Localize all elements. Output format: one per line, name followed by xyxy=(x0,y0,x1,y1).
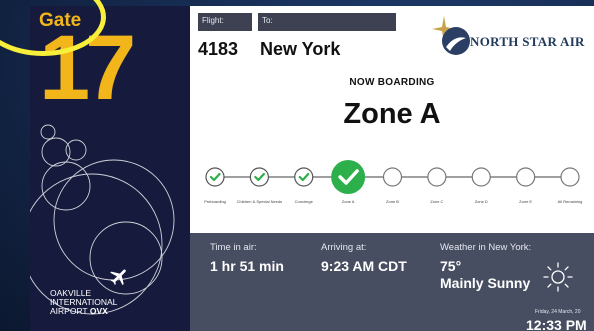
airport-name: Oakville International Airport OVX xyxy=(50,289,170,316)
destination: New York xyxy=(260,39,341,59)
time-in-air-value: 1 hr 51 min xyxy=(210,258,284,274)
gate-display-screen: Gate 17 Oakville International Airport O… xyxy=(30,6,594,331)
weather-label: Weather in New York: xyxy=(440,242,532,253)
current-date: Friday, 24 March, 20 xyxy=(535,309,581,315)
time-in-air-label: Time in air: xyxy=(210,242,257,253)
stage-marker-1 xyxy=(249,167,269,187)
sun-icon xyxy=(543,262,573,292)
flight-number: 4183 xyxy=(198,39,239,59)
stage-marker-0 xyxy=(205,167,225,187)
flight-details-panel: Time in air: 1 hr 51 min Arriving at: 9:… xyxy=(190,233,594,331)
boarding-progress: Preboarding Children & Special Needs Conci… xyxy=(190,146,594,216)
flight-info-panel: Flight: To: 4183 New York North Star Air… xyxy=(190,6,594,233)
airport-name-prefix: Airport xyxy=(50,306,88,316)
stage-marker-3 xyxy=(331,160,366,194)
weather-conditions: Mainly Sunny xyxy=(440,275,531,291)
to-label-box: To: xyxy=(258,13,396,31)
stage-marker-4 xyxy=(382,167,403,187)
airplane-icon xyxy=(110,269,126,286)
arriving-value: 9:23 AM CDT xyxy=(321,258,407,274)
arriving-label: Arriving at: xyxy=(321,242,367,253)
north-star-logo-icon xyxy=(432,16,470,55)
stage-marker-5 xyxy=(427,167,447,187)
airline-name: North Star Air xyxy=(470,34,585,49)
airline-logo: North Star Air xyxy=(430,14,594,60)
airport-name-line3: Airport OVX xyxy=(50,307,170,316)
temperature-value: 75° xyxy=(440,258,462,274)
stage-marker-7 xyxy=(516,167,536,187)
airport-code: OVX xyxy=(89,306,108,316)
stage-marker-8 xyxy=(560,167,580,187)
boarding-status: NOW BOARDING xyxy=(349,77,435,88)
current-time: 12:33 PM xyxy=(526,317,587,331)
boarding-zone: Zone A xyxy=(343,98,441,130)
stage-marker-6 xyxy=(471,167,491,187)
progress-track xyxy=(205,160,580,194)
flight-label-box: Flight: xyxy=(198,13,252,31)
stage-label-8: All Remaining xyxy=(557,199,583,204)
stage-marker-2 xyxy=(294,167,314,187)
